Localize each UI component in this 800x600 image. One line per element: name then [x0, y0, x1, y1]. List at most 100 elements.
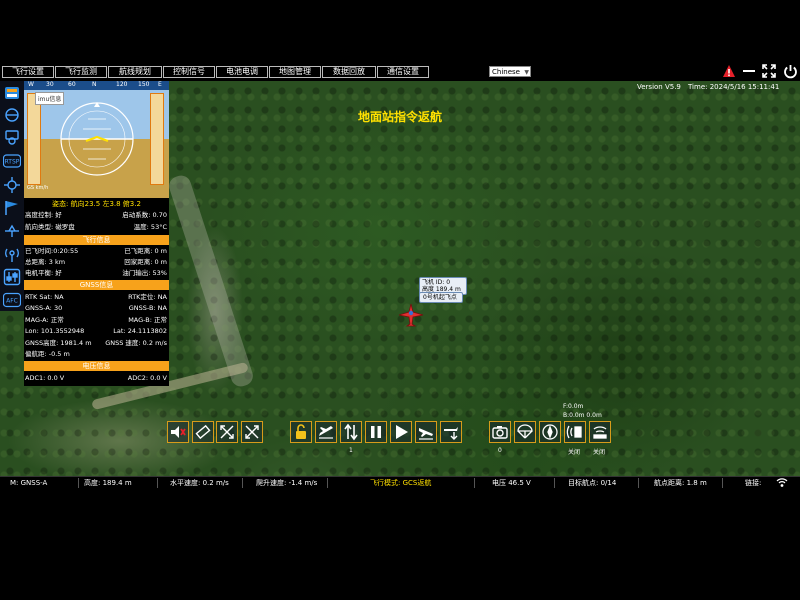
- fullscreen-icon[interactable]: [761, 64, 777, 80]
- flight-row-left: 总距离: 3 km: [25, 258, 66, 266]
- compass-n: N: [92, 81, 97, 88]
- drone-icon[interactable]: [3, 222, 21, 240]
- menu-comm-settings[interactable]: 通信设置: [377, 66, 429, 78]
- power-icon[interactable]: [781, 64, 799, 80]
- status-row-right: 温度: 53°C: [133, 223, 167, 231]
- rtsp-icon[interactable]: RTSP: [2, 152, 22, 170]
- divider: [722, 478, 723, 488]
- menu-control-signal[interactable]: 控制信号: [163, 66, 215, 78]
- flag-icon[interactable]: [3, 199, 21, 217]
- aircraft-id: 飞机 ID: 0: [422, 279, 451, 286]
- home-point-tag: 0号机起飞点: [419, 292, 463, 303]
- menu-battery-esc[interactable]: 电池电调: [216, 66, 268, 78]
- land-button[interactable]: [415, 421, 437, 443]
- flight-row-right: 已飞距离: 0 m: [124, 247, 167, 255]
- cross-arrows-alt-button[interactable]: [241, 421, 263, 443]
- top-menu-bar: 飞行设置 飞行监测 航线规划 控制信号 电池电调 地图管理 数据回放 通信设置: [0, 64, 800, 81]
- gnss-row-left: GNSS高度: 1981.4 m: [25, 339, 92, 347]
- speed-tape: [27, 93, 41, 185]
- camera-button[interactable]: [489, 421, 511, 443]
- gnss-row-left: Lon: 101.3552948: [25, 327, 85, 335]
- ruler-icon: [195, 424, 211, 440]
- voltage-status: 电压 46.5 V: [492, 479, 531, 487]
- antenna-icon[interactable]: [3, 246, 21, 264]
- pause-icon: [371, 426, 381, 438]
- menu-map-manage[interactable]: 地图管理: [269, 66, 321, 78]
- compass-button[interactable]: [539, 421, 561, 443]
- ground-station-app: 飞行设置 飞行监测 航线规划 控制信号 电池电调 地图管理 数据回放 通信设置 …: [0, 0, 800, 600]
- compass-icon: [542, 424, 558, 440]
- rth-message: 地面站指令返航: [357, 110, 442, 124]
- camera-counter: 0: [498, 447, 502, 454]
- compass-w: W: [28, 81, 34, 88]
- unlock-button[interactable]: [290, 421, 312, 443]
- gnss-row-right: Lat: 24.1113802: [113, 327, 167, 335]
- menu-route-planning[interactable]: 航线规划: [108, 66, 162, 78]
- compass-strip: W 30 60 N 120 150 E: [24, 81, 169, 90]
- flight-row-left: 电机平衡: 好: [25, 269, 62, 277]
- divider: [242, 478, 243, 488]
- flight-row-right: 回家距离: 0 m: [124, 258, 167, 266]
- divider: [157, 478, 158, 488]
- radar-status-label: 关闭: [568, 449, 581, 456]
- status-row-left: 高度控制: 好: [25, 211, 62, 219]
- menu-flight-settings[interactable]: 飞行设置: [2, 66, 54, 78]
- language-value: Chinese: [492, 68, 520, 76]
- wifi-icon: [776, 477, 788, 490]
- status-row-left: 航向类型: 磁罗盘: [25, 223, 75, 231]
- menu-data-replay[interactable]: 数据回放: [322, 66, 376, 78]
- voltage-info-header: 电压信息: [24, 361, 169, 371]
- attitude-dial-icon: [60, 102, 134, 176]
- land-icon: [419, 428, 433, 440]
- climb-speed-status: 爬升速度: -1.4 m/s: [256, 479, 318, 487]
- aircraft-icon[interactable]: [398, 302, 424, 328]
- flight-row-left: 已飞时间:0:20:55: [25, 247, 79, 255]
- chevron-down-icon: ▼: [524, 69, 529, 76]
- language-select[interactable]: Chinese ▼: [489, 66, 531, 77]
- gnss-mode: M: GNSS-A: [10, 479, 48, 487]
- flight-row-right: 油门输出: 53%: [122, 269, 167, 277]
- play-button[interactable]: [390, 421, 412, 443]
- cross-arrows-button[interactable]: [216, 421, 238, 443]
- minimize-icon[interactable]: [741, 64, 757, 80]
- divider: [327, 478, 328, 488]
- target-waypoint-status: 目标航点: 0/14: [568, 479, 617, 487]
- cross-arrows-icon: [220, 425, 234, 439]
- mute-icon: [171, 426, 186, 438]
- descend-button[interactable]: [440, 421, 462, 443]
- gimbal-icon[interactable]: [3, 128, 21, 146]
- battery-icon[interactable]: [3, 84, 21, 102]
- signal-button[interactable]: [589, 421, 611, 443]
- gnss-row-right: GNSS-B: NA: [128, 304, 167, 312]
- altitude-tape: [150, 93, 164, 185]
- attitude-indicator: W 30 60 N 120 150 E imu信息 GS km/h: [24, 81, 169, 198]
- radar-button[interactable]: [564, 421, 586, 443]
- status-row-right: 启动系数: 0.70: [122, 211, 167, 219]
- crosshair-icon[interactable]: [3, 176, 21, 194]
- voltage-row-left: ADC1: 0.0 V: [25, 374, 65, 382]
- swap-icon: [344, 423, 358, 441]
- radar-icon: [566, 425, 582, 439]
- signal-icon: [593, 426, 607, 439]
- ruler-button[interactable]: [192, 421, 214, 443]
- hud-icon[interactable]: [3, 106, 21, 124]
- pause-button[interactable]: [365, 421, 387, 443]
- afc-text: AFC: [6, 298, 18, 305]
- takeoff-icon: [319, 426, 333, 439]
- afc-icon[interactable]: AFC: [2, 291, 22, 309]
- back-distance: B:0.0m 0.0m: [563, 412, 602, 419]
- gnss-row-right: RTK定位: NA: [128, 293, 167, 301]
- menu-flight-monitor[interactable]: 飞行监测: [55, 66, 107, 78]
- camera-icon: [492, 426, 508, 439]
- levels-icon[interactable]: [3, 268, 21, 286]
- play-icon: [396, 425, 408, 439]
- gnss-row-left: MAG-A: 正常: [25, 316, 64, 324]
- parachute-button[interactable]: [514, 421, 536, 443]
- mute-button[interactable]: [167, 421, 189, 443]
- speed-unit-label: GS km/h: [27, 185, 49, 191]
- swap-button[interactable]: [340, 421, 362, 443]
- altitude-status: 高度: 189.4 m: [84, 479, 132, 487]
- imu-info-button[interactable]: imu信息: [35, 92, 65, 105]
- takeoff-button[interactable]: [315, 421, 337, 443]
- alert-icon[interactable]: [721, 64, 737, 80]
